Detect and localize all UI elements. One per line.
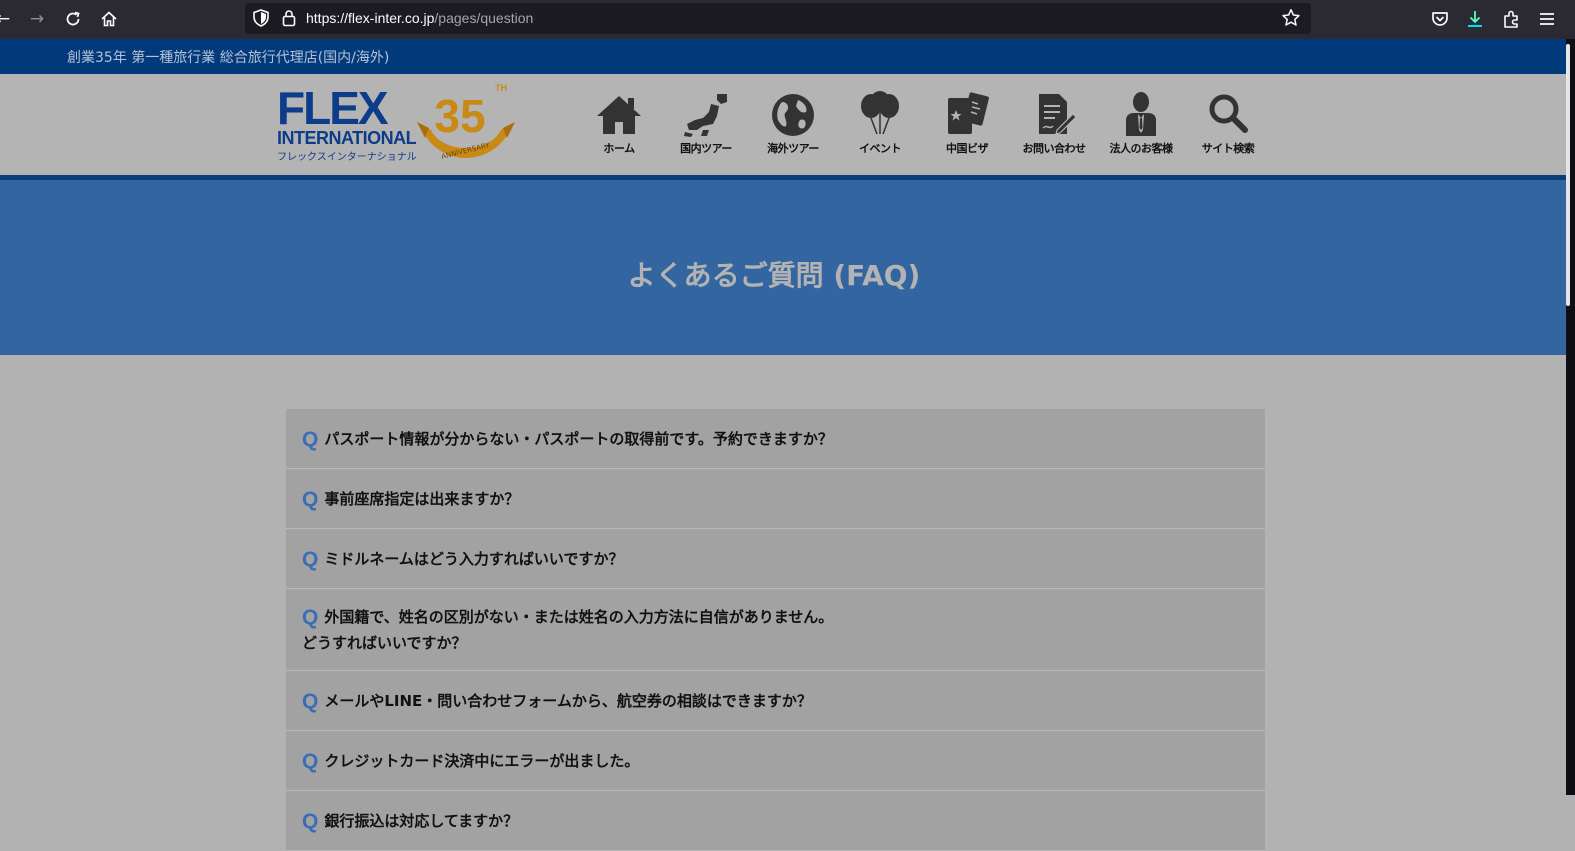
faq-question: パスポート情報が分からない・パスポートの取得前です。予約できますか？: [324, 430, 833, 448]
top-info-strip: 創業35年 第一種旅行業 総合旅行代理店(国内/海外): [0, 39, 1568, 74]
scrollbar-thumb[interactable]: [1566, 44, 1570, 306]
back-icon[interactable]: ←: [0, 8, 14, 30]
businessman-icon: [1126, 92, 1156, 136]
nav-china-visa[interactable]: 中国ビザ: [922, 90, 1012, 160]
faq-q-marker: Q: [302, 690, 319, 713]
reload-icon[interactable]: [62, 8, 84, 30]
faq-q-marker: Q: [302, 810, 319, 833]
logo-subtitle: INTERNATIONAL: [277, 128, 417, 148]
balloons-icon: [861, 91, 899, 135]
faq-q-marker: Q: [302, 548, 319, 571]
faq-question: クレジットカード決済中にエラーが出ました。: [324, 752, 640, 770]
faq-list: Q パスポート情報が分からない・パスポートの取得前です。予約できますか？ Q 事前座…: [286, 409, 1265, 851]
faq-item[interactable]: Q メールやLINE・問い合わせフォームから、航空券の相談はできますか？: [286, 671, 1265, 731]
nav-events[interactable]: イベント: [835, 90, 925, 160]
nav-home[interactable]: ホーム: [574, 90, 664, 160]
nav-home-label: ホーム: [603, 142, 635, 155]
anniversary-badge-icon: 35 TH ANNIVERSARY: [417, 83, 515, 161]
url-host: https://flex-inter.co.jp: [306, 10, 435, 26]
nav-china-visa-label: 中国ビザ: [946, 142, 989, 155]
browser-toolbar: ← → https://flex-inter.co.jp/pages/quest…: [0, 0, 1575, 39]
lock-icon[interactable]: [282, 9, 296, 27]
faq-question: 銀行振込は対応してますか？: [324, 812, 519, 830]
page-hero: よくあるご質問 (FAQ): [0, 180, 1568, 355]
nav-overseas-tours-label: 海外ツアー: [767, 142, 819, 155]
faq-item[interactable]: Q パスポート情報が分からない・パスポートの取得前です。予約できますか？: [286, 409, 1265, 469]
passport-icon: [948, 92, 989, 134]
faq-question: 事前座席指定は出来ますか？: [324, 490, 520, 508]
nav-contact-label: お問い合わせ: [1022, 142, 1087, 155]
faq-question: ミドルネームはどう入力すればいいですか？: [324, 550, 624, 568]
download-icon[interactable]: [1464, 8, 1486, 30]
extensions-icon[interactable]: [1500, 8, 1522, 30]
menu-icon[interactable]: [1536, 8, 1558, 30]
nav-site-search-label: サイト検索: [1201, 142, 1255, 155]
faq-q-marker: Q: [302, 750, 319, 773]
bookmark-star-icon[interactable]: [1281, 8, 1301, 28]
house-icon: [597, 96, 641, 134]
faq-q-marker: Q: [302, 488, 319, 511]
faq-item[interactable]: Q ミドルネームはどう入力すればいいですか？: [286, 529, 1265, 589]
logo-wordmark: FLEX: [277, 82, 389, 134]
nav-events-label: イベント: [859, 142, 902, 155]
japan-map-icon: [684, 94, 727, 137]
faq-question: メールやLINE・問い合わせフォームから、航空券の相談はできますか？: [324, 692, 812, 710]
forward-icon[interactable]: →: [26, 8, 48, 30]
nav-domestic-tours[interactable]: 国内ツアー: [661, 90, 751, 160]
search-icon: [1209, 94, 1248, 133]
document-pen-icon: [1039, 94, 1077, 135]
home-icon[interactable]: [98, 8, 120, 30]
shield-icon[interactable]: [253, 9, 269, 27]
faq-question: 外国籍で、姓名の区別がない・または姓名の入力方法に自信がありません。 どうすれば…: [302, 608, 834, 652]
nav-site-search[interactable]: サイト検索: [1183, 90, 1273, 160]
nav-contact[interactable]: お問い合わせ: [1009, 90, 1099, 160]
nav-corporate[interactable]: 法人のお客様: [1096, 90, 1186, 160]
logo-kana: フレックスインターナショナル: [277, 152, 417, 163]
nav-corporate-label: 法人のお客様: [1109, 142, 1174, 155]
globe-icon: [772, 94, 814, 136]
faq-item[interactable]: Q 事前座席指定は出来ますか？: [286, 469, 1265, 529]
page-title: よくあるご質問 (FAQ): [627, 259, 921, 292]
nav-overseas-tours[interactable]: 海外ツアー: [748, 90, 838, 160]
address-bar[interactable]: https://flex-inter.co.jp/pages/question: [245, 3, 1311, 34]
url-text[interactable]: https://flex-inter.co.jp/pages/question: [306, 10, 533, 26]
faq-item[interactable]: Q 銀行振込は対応してますか？: [286, 791, 1265, 851]
company-tagline: 創業35年 第一種旅行業 総合旅行代理店(国内/海外): [67, 50, 390, 66]
site-logo[interactable]: FLEX INTERNATIONAL フレックスインターナショナル 35 TH …: [277, 82, 517, 166]
anniversary-number: 35: [434, 90, 485, 142]
faq-item[interactable]: Q 外国籍で、姓名の区別がない・または姓名の入力方法に自信がありません。 どうすれ…: [286, 589, 1265, 671]
faq-q-marker: Q: [302, 428, 319, 451]
anniversary-suffix: TH: [495, 83, 507, 93]
pocket-icon[interactable]: [1429, 8, 1451, 30]
faq-item[interactable]: Q クレジットカード決済中にエラーが出ました。: [286, 731, 1265, 791]
url-path: /pages/question: [434, 10, 534, 26]
faq-q-marker: Q: [302, 606, 319, 629]
nav-domestic-tours-label: 国内ツアー: [680, 142, 732, 155]
